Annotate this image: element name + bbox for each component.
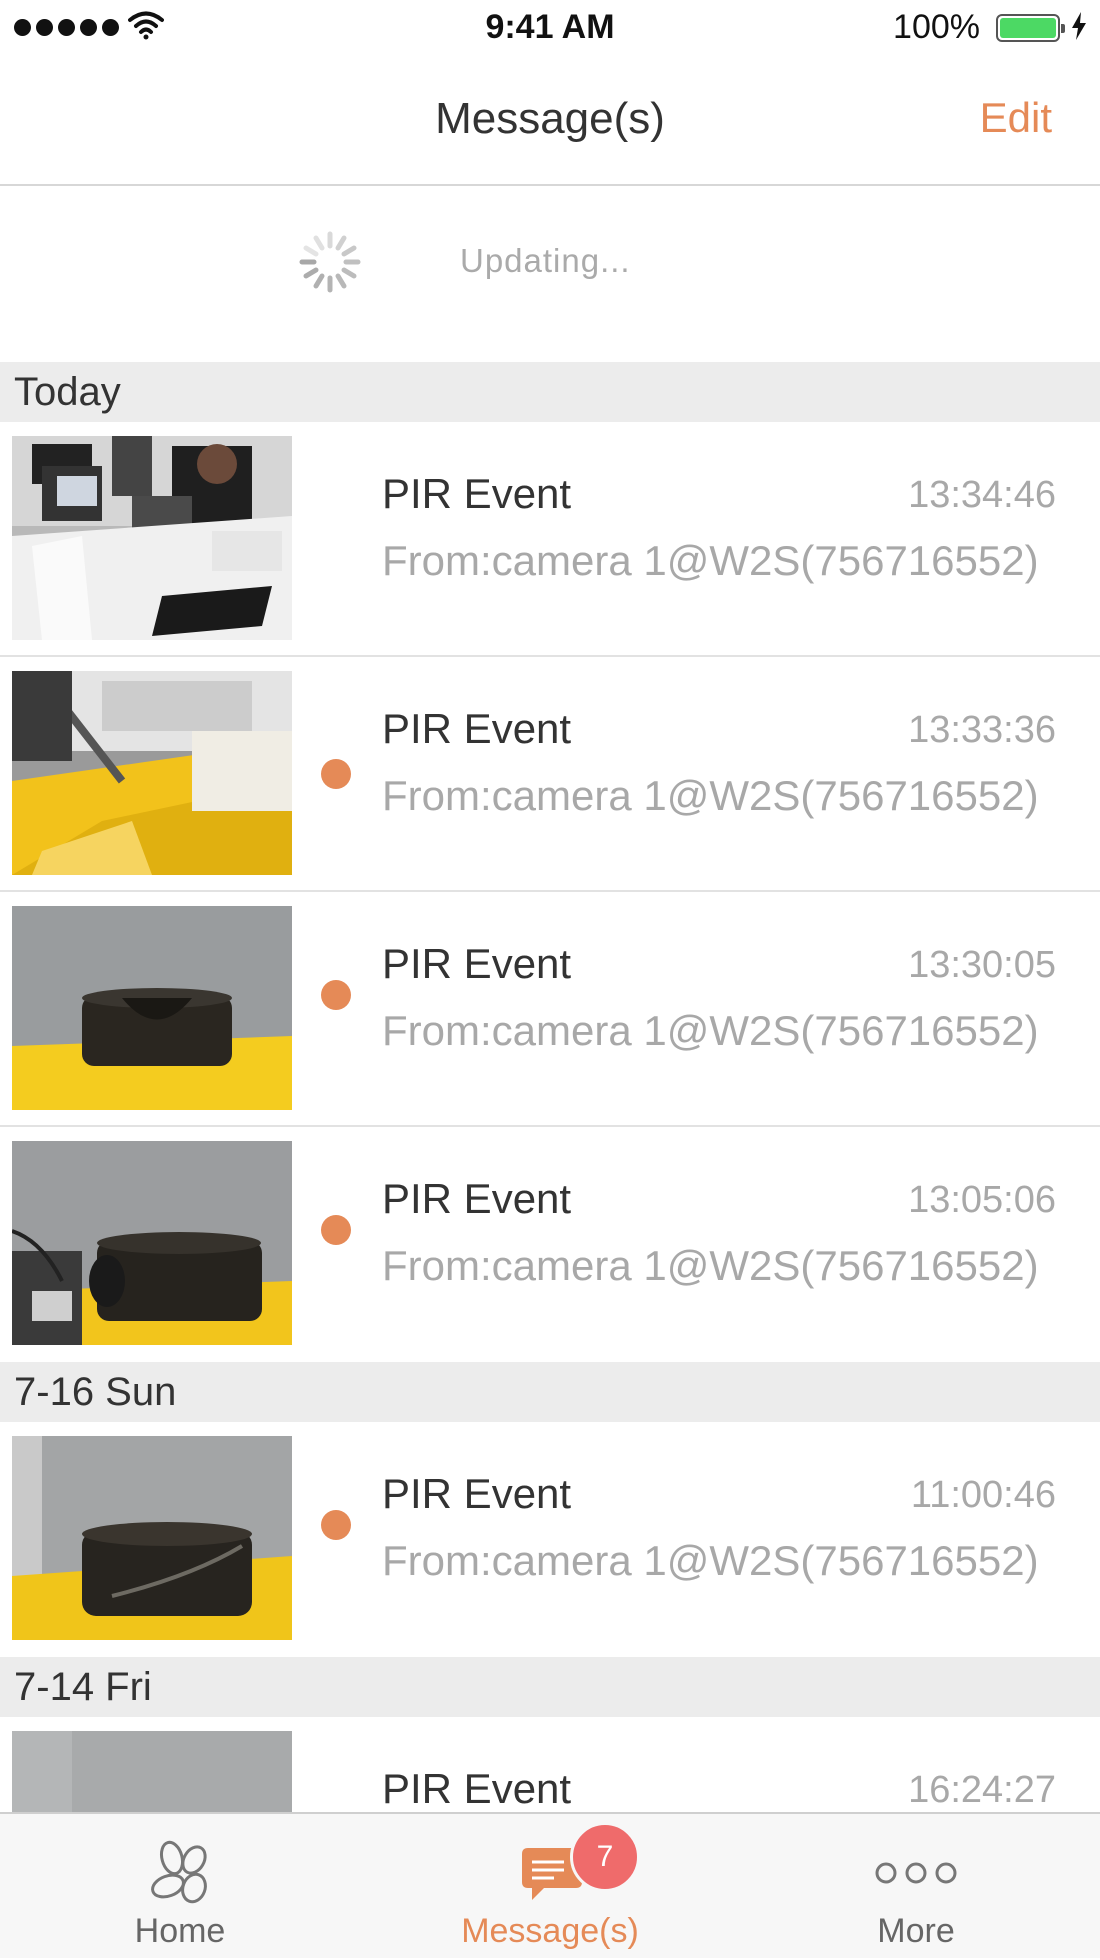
unread-indicator (321, 980, 351, 1010)
event-time: 13:34:46 (908, 474, 1056, 516)
navigation-bar: Message(s) Edit (0, 56, 1100, 186)
battery-percent: 100% (893, 8, 980, 46)
message-row[interactable]: PIR Event 13:34:46 From:camera 1@W2S(756… (0, 422, 1100, 657)
loading-spinner-icon (299, 231, 361, 293)
event-title: PIR Event (382, 1175, 572, 1222)
pull-to-refresh: Updating... (0, 186, 1100, 362)
more-dots-icon (875, 1862, 957, 1884)
event-source: From:camera 1@W2S(756716552) (382, 1537, 1039, 1584)
event-time: 11:00:46 (910, 1474, 1056, 1516)
tab-more[interactable]: More (766, 1814, 1066, 1960)
event-title: PIR Event (382, 1470, 572, 1517)
event-title: PIR Event (382, 470, 572, 517)
event-time: 13:30:05 (908, 944, 1056, 986)
unread-count-badge: 7 (570, 1822, 640, 1892)
edit-button[interactable]: Edit (980, 94, 1052, 142)
message-row[interactable]: PIR Event 13:30:05 From:camera 1@W2S(756… (0, 892, 1100, 1127)
message-list[interactable]: Today PIR Event 13:34:46 From:camera 1@W… (0, 362, 1100, 1952)
event-source: From:camera 1@W2S(756716552) (382, 1242, 1039, 1289)
event-title: PIR Event (382, 705, 572, 752)
event-title: PIR Event (382, 1765, 572, 1812)
event-time: 16:24:27 (908, 1769, 1056, 1811)
event-thumbnail[interactable] (12, 436, 292, 640)
event-thumbnail[interactable] (12, 1141, 292, 1345)
tab-label: More (877, 1912, 955, 1950)
event-source: From:camera 1@W2S(756716552) (382, 772, 1039, 819)
section-header-7-16: 7-16 Sun (0, 1362, 1100, 1422)
message-row[interactable]: PIR Event 13:05:06 From:camera 1@W2S(756… (0, 1127, 1100, 1362)
tab-label: Message(s) (461, 1912, 639, 1950)
battery-icon (996, 14, 1065, 42)
message-row[interactable]: PIR Event 13:33:36 From:camera 1@W2S(756… (0, 657, 1100, 892)
home-petals-icon (151, 1840, 207, 1904)
message-row[interactable]: PIR Event 11:00:46 From:camera 1@W2S(756… (0, 1422, 1100, 1657)
event-thumbnail[interactable] (12, 671, 292, 875)
event-source: From:camera 1@W2S(756716552) (382, 1007, 1039, 1054)
event-thumbnail[interactable] (12, 1436, 292, 1640)
unread-indicator (321, 759, 351, 789)
section-header-today: Today (0, 362, 1100, 422)
event-source: From:camera 1@W2S(756716552) (382, 537, 1039, 584)
tab-label: Home (134, 1912, 226, 1950)
refresh-status-text: Updating... (460, 242, 631, 279)
page-title: Message(s) (435, 94, 665, 143)
event-time: 13:33:36 (908, 709, 1056, 751)
unread-indicator (321, 1215, 351, 1245)
event-time: 13:05:06 (908, 1179, 1056, 1221)
bolt-icon (1072, 12, 1086, 40)
tab-bar: Home Message(s) More (0, 1812, 1100, 1958)
event-title: PIR Event (382, 940, 572, 987)
tab-messages[interactable]: Message(s) (400, 1814, 700, 1960)
tab-home[interactable]: Home (30, 1814, 330, 1960)
section-header-7-14: 7-14 Fri (0, 1657, 1100, 1717)
event-thumbnail[interactable] (12, 906, 292, 1110)
status-bar: 9:41 AM 100% (0, 0, 1100, 56)
unread-indicator (321, 1510, 351, 1540)
